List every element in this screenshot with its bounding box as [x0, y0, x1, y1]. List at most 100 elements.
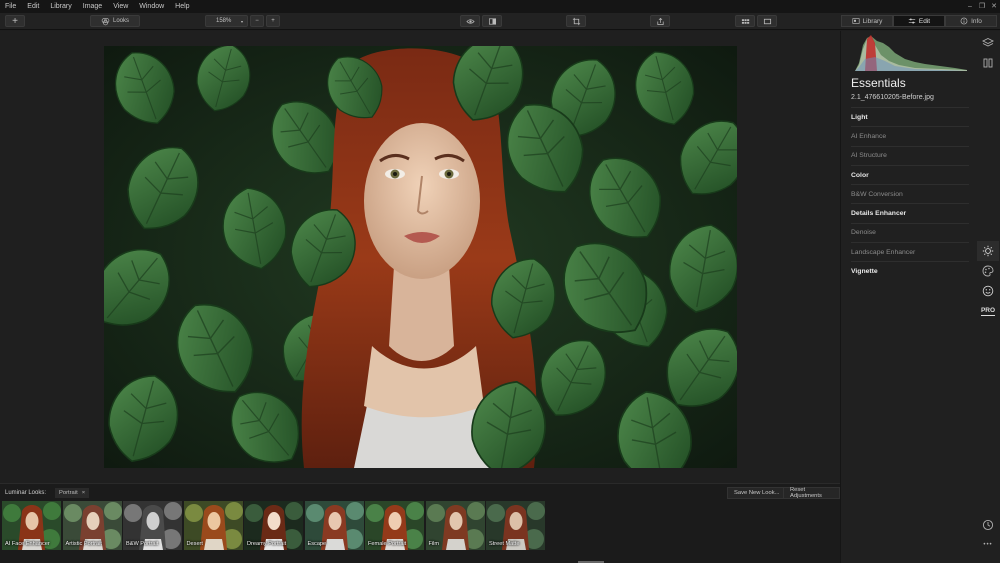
reset-adjustments-button[interactable]: Reset Adjustments — [783, 487, 840, 499]
close-button[interactable]: ✕ — [988, 0, 1000, 13]
minimize-button[interactable]: – — [964, 0, 976, 13]
look-thumbnail[interactable]: Female Portrait — [365, 501, 424, 550]
compare-icon — [488, 17, 496, 25]
look-thumbnail[interactable]: Street Matte — [486, 501, 545, 550]
tool-bw-conversion[interactable]: B&W Conversion — [851, 184, 969, 203]
restore-button[interactable]: ❐ — [976, 0, 988, 13]
tool-details-enhancer[interactable]: Details Enhancer — [851, 203, 969, 222]
look-label: Female Portrait — [368, 541, 407, 547]
layers-button[interactable] — [977, 33, 999, 53]
panel-title: Essentials — [851, 76, 906, 90]
share-icon — [656, 17, 664, 25]
look-label: AI Face Enhancer — [5, 541, 50, 547]
tool-ai-structure[interactable]: AI Structure — [851, 145, 969, 165]
histogram — [855, 33, 967, 71]
preview-button[interactable] — [460, 15, 480, 27]
history-button[interactable] — [977, 515, 999, 535]
look-label: B&W Portrait — [126, 541, 159, 547]
library-icon — [852, 18, 860, 24]
tab-edit[interactable]: Edit — [893, 15, 945, 27]
tool-light[interactable]: Light — [851, 107, 969, 126]
tab-edit-label: Edit — [918, 17, 931, 25]
canvas-button[interactable] — [977, 53, 999, 73]
grid-view-button[interactable] — [735, 15, 755, 27]
menu-file[interactable]: File — [0, 3, 22, 10]
face-icon — [982, 285, 994, 297]
tool-landscape-enhancer[interactable]: Landscape Enhancer — [851, 242, 969, 261]
eye-icon — [465, 18, 475, 24]
sun-icon — [982, 245, 994, 257]
portrait-image — [104, 46, 737, 468]
look-label: Escape — [307, 541, 327, 547]
menu-view[interactable]: View — [108, 3, 134, 10]
tool-ai-enhance[interactable]: AI Enhance — [851, 126, 969, 145]
tool-color[interactable]: Color — [851, 164, 969, 184]
canvas-icon — [983, 58, 993, 68]
edited-photo[interactable] — [104, 46, 737, 468]
looks-bar-label: Luminar Looks: — [5, 490, 47, 496]
more-options-button[interactable]: ••• — [977, 535, 999, 555]
tab-library-label: Library — [862, 17, 883, 25]
side-toolbar-categories: PRO — [977, 241, 999, 321]
chevron-down-icon: ▾ — [240, 18, 243, 24]
palette-icon — [982, 265, 994, 277]
look-thumbnail[interactable]: Escape — [304, 501, 364, 550]
zoom-value: 158% — [216, 18, 232, 24]
tab-info[interactable]: Info — [945, 15, 997, 27]
menu-image[interactable]: Image — [78, 3, 108, 10]
tool-vignette[interactable]: Vignette — [851, 261, 969, 280]
looks-category-select[interactable]: Portrait × — [55, 488, 90, 498]
look-thumbnail[interactable]: Desert — [183, 501, 243, 550]
looks-category-value: Portrait — [59, 490, 78, 496]
save-new-look-button[interactable]: Save New Look... — [727, 487, 787, 499]
menu-edit[interactable]: Edit — [22, 3, 45, 10]
share-button[interactable] — [650, 15, 670, 27]
pro-label: PRO — [980, 306, 996, 316]
zoom-out-button[interactable]: − — [250, 15, 264, 27]
side-toolbar-top — [977, 33, 999, 73]
zoom-in-button[interactable]: + — [266, 15, 280, 27]
looks-bar: Luminar Looks: Portrait × Save New Look.… — [0, 483, 840, 563]
portrait-button[interactable] — [977, 281, 999, 301]
toolbar: + Looks 158% ▾ − + Library Edit Info — [0, 13, 1000, 30]
pro-button[interactable]: PRO — [977, 301, 999, 321]
menu-library[interactable]: Library — [45, 3, 77, 10]
look-thumbnail[interactable]: Dreamy Portrait — [244, 501, 303, 550]
add-image-button[interactable]: + — [5, 15, 25, 27]
crop-button[interactable] — [566, 15, 586, 27]
look-thumbnail[interactable]: Film — [425, 501, 485, 550]
looks-label: Looks — [112, 18, 129, 24]
mode-tabs: Library Edit Info — [841, 15, 997, 27]
look-label: Desert — [186, 541, 203, 547]
single-image-icon — [763, 18, 771, 24]
look-label: Artistic Portrait — [65, 541, 102, 547]
look-label: Film — [428, 541, 440, 547]
look-thumbnail[interactable]: AI Face Enhancer — [2, 501, 61, 550]
menu-window[interactable]: Window — [134, 3, 170, 10]
compare-button[interactable] — [482, 15, 502, 27]
look-thumbnail[interactable]: Artistic Portrait — [62, 501, 122, 550]
looks-thumbnails: AI Face Enhancer Artistic Portrait B&W P… — [2, 501, 545, 550]
file-name: 2.1_476610205-Before.jpg — [851, 94, 934, 101]
menu-bar: File Edit Library Image View Window Help… — [0, 0, 1000, 13]
menu-help[interactable]: Help — [170, 3, 195, 10]
looks-icon — [101, 17, 110, 25]
clock-icon — [982, 519, 994, 531]
zoom-select[interactable]: 158% ▾ — [205, 15, 248, 27]
look-thumbnail[interactable]: B&W Portrait — [123, 501, 182, 550]
essentials-button[interactable] — [977, 241, 999, 261]
image-canvas[interactable] — [0, 31, 840, 483]
sliders-icon — [908, 18, 916, 24]
close-icon[interactable]: × — [82, 490, 85, 496]
tool-denoise[interactable]: Denoise — [851, 222, 969, 242]
tool-list: Light AI Enhance AI Structure Color B&W … — [851, 107, 969, 281]
grid-icon — [741, 18, 749, 24]
window-controls: – ❐ ✕ — [964, 0, 1000, 13]
creative-button[interactable] — [977, 261, 999, 281]
look-label: Street Matte — [489, 541, 520, 547]
looks-button[interactable]: Looks — [90, 15, 140, 27]
edit-panel: Essentials 2.1_476610205-Before.jpg Ligh… — [840, 31, 1000, 563]
single-view-button[interactable] — [757, 15, 777, 27]
tab-library[interactable]: Library — [841, 15, 893, 27]
tab-info-label: Info — [971, 17, 982, 25]
